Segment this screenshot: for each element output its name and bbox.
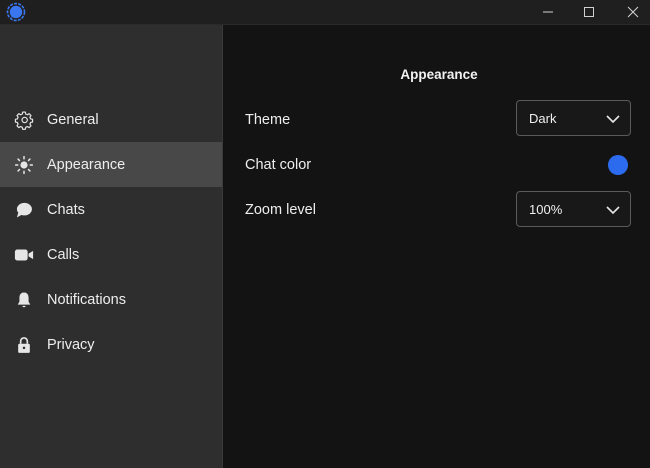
page-title: Appearance — [400, 67, 478, 82]
gear-icon — [13, 109, 35, 131]
chat-color-label: Chat color — [245, 157, 312, 173]
sidebar-item-label: Appearance — [47, 156, 126, 173]
sidebar-item-general[interactable]: General — [0, 97, 222, 142]
sidebar-item-calls[interactable]: Calls — [0, 232, 222, 277]
sidebar-item-privacy[interactable]: Privacy — [0, 322, 222, 367]
sidebar-item-chats[interactable]: Chats — [0, 187, 222, 232]
settings-window: General Appearance Chats Calls Notificat… — [0, 0, 650, 468]
minimize-icon — [543, 11, 553, 13]
close-icon — [627, 6, 639, 18]
sidebar-item-label: General — [47, 111, 99, 128]
chevron-down-icon — [606, 206, 620, 215]
theme-select-value: Dark — [529, 111, 557, 126]
sidebar-item-label: Notifications — [47, 291, 126, 308]
sidebar-item-label: Chats — [47, 201, 85, 218]
settings-sidebar: General Appearance Chats Calls Notificat… — [0, 25, 223, 468]
title-bar — [0, 0, 650, 25]
maximize-button[interactable] — [566, 0, 612, 24]
zoom-level-select[interactable]: 100% — [516, 191, 631, 227]
sidebar-item-notifications[interactable]: Notifications — [0, 277, 222, 322]
lock-icon — [13, 334, 35, 356]
sidebar-item-label: Privacy — [47, 336, 95, 353]
close-button[interactable] — [610, 0, 650, 24]
zoom-select-value: 100% — [529, 202, 563, 217]
maximize-icon — [584, 7, 594, 17]
sidebar-item-appearance[interactable]: Appearance — [0, 142, 222, 187]
app-logo-icon — [6, 2, 26, 22]
theme-label: Theme — [245, 112, 291, 128]
sun-icon — [13, 154, 35, 176]
sidebar-item-label: Calls — [47, 246, 80, 263]
minimize-button[interactable] — [525, 0, 571, 24]
chat-color-swatch[interactable] — [608, 155, 628, 175]
settings-content: Appearance Theme Dark Chat color Zoom le… — [223, 25, 650, 468]
zoom-level-label: Zoom level — [245, 202, 316, 218]
chevron-down-icon — [606, 115, 620, 124]
video-camera-icon — [13, 244, 35, 266]
chat-bubble-icon — [13, 199, 35, 221]
theme-select[interactable]: Dark — [516, 100, 631, 136]
bell-icon — [13, 289, 35, 311]
